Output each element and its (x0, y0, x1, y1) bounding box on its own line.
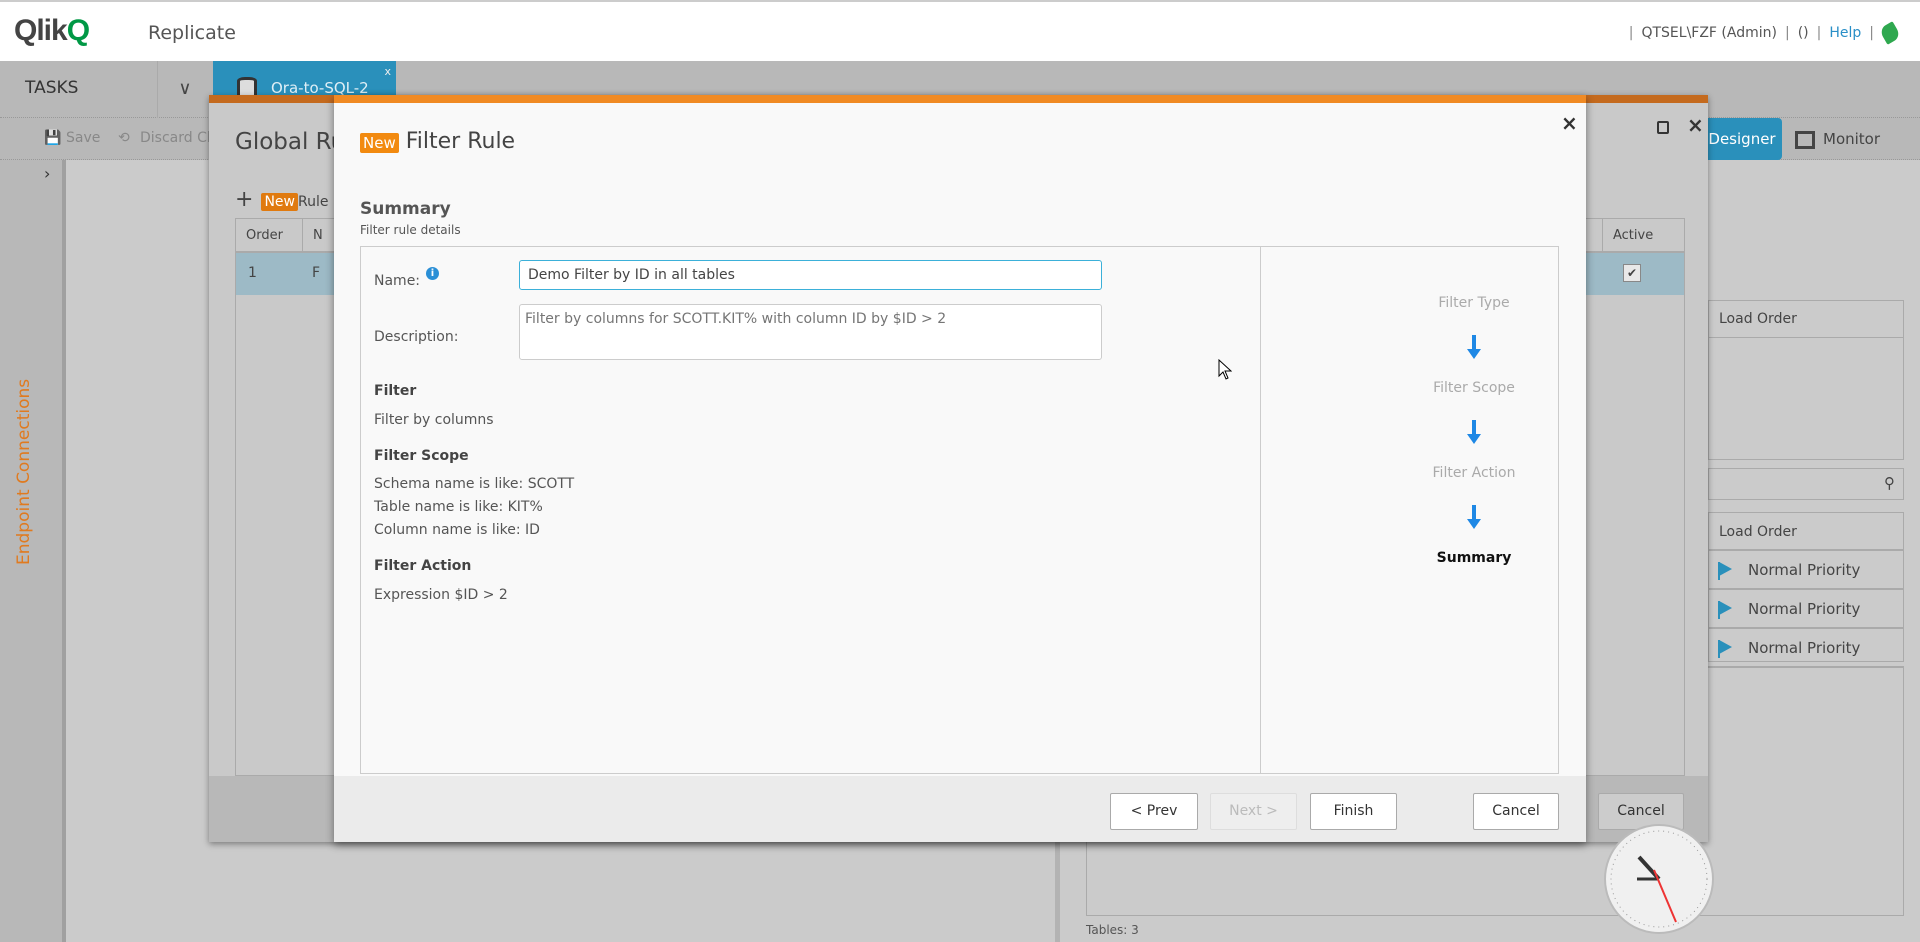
user-name[interactable]: QTSEL\FZF (Admin) (1641, 25, 1777, 41)
monitor-button[interactable]: Monitor (1795, 118, 1880, 160)
top-bar: QlikQ Replicate | QTSEL\FZF (Admin) |() |… (0, 0, 1920, 61)
endpoint-connections-tab[interactable]: Endpoint Connections (14, 379, 34, 565)
step-filter-action: Filter Action (1432, 465, 1516, 481)
arrow-down-icon (1467, 335, 1481, 359)
expand-chevron-icon[interactable]: › (44, 164, 50, 183)
next-button[interactable]: Next > (1210, 793, 1297, 830)
row-order: 1 (248, 265, 257, 281)
filter-value: Filter by columns (374, 412, 494, 428)
new-rule-button[interactable]: + New Rule (235, 187, 328, 212)
scope-table: Table name is like: KIT% (374, 499, 543, 515)
dialog-footer: < Prev Next > Finish Cancel (334, 776, 1586, 842)
step-filter-scope: Filter Scope (1433, 380, 1515, 396)
prev-button[interactable]: < Prev (1110, 793, 1198, 830)
flag-icon (1718, 561, 1732, 580)
close-icon[interactable]: × (1687, 113, 1704, 137)
mouse-cursor-icon (1218, 359, 1232, 380)
plus-icon: + (235, 187, 254, 212)
new-badge: New (360, 133, 399, 153)
monitor-icon (1795, 130, 1815, 149)
name-input[interactable] (519, 260, 1102, 290)
flag-icon (1718, 639, 1732, 658)
step-summary: Summary (1436, 550, 1512, 566)
connection-status-icon (1878, 21, 1902, 45)
scope-heading: Filter Scope (374, 448, 469, 464)
save-button[interactable]: Save (66, 130, 100, 146)
designer-button[interactable]: Designer (1702, 118, 1782, 160)
active-checkbox[interactable]: ✔ (1623, 264, 1641, 282)
arrow-down-icon (1467, 420, 1481, 444)
filter-rule-dialog: New Filter Rule × Summary Filter rule de… (334, 95, 1586, 842)
app-name: Replicate (148, 22, 236, 44)
name-label: Name: (374, 273, 421, 289)
search-icon[interactable]: ⚲ (1884, 474, 1895, 492)
panel-divider (1260, 247, 1261, 773)
column-active[interactable]: Active (1602, 219, 1653, 253)
step-filter-type: Filter Type (1438, 295, 1510, 311)
column-order[interactable]: Order (246, 228, 283, 243)
list-item[interactable]: Normal Priority (1708, 629, 1904, 668)
global-rules-title: Global Ru (235, 129, 346, 155)
filter-heading: Filter (374, 383, 417, 399)
clock-widget (1604, 824, 1714, 934)
notifications[interactable]: () (1798, 25, 1809, 41)
maximize-icon[interactable] (1657, 121, 1669, 134)
undo-icon: ⟲ (118, 130, 130, 146)
save-icon: 💾 (44, 130, 62, 146)
tasks-label[interactable]: TASKS (25, 78, 78, 98)
column-name[interactable]: N (302, 219, 323, 253)
user-bar: | QTSEL\FZF (Admin) |() | Help | (1629, 21, 1902, 45)
discard-button[interactable]: Discard Ch (140, 130, 216, 146)
tab-close-icon[interactable]: x (384, 65, 391, 78)
action-value: Expression $ID > 2 (374, 587, 508, 603)
load-order-header: Load Order (1709, 301, 1903, 338)
tables-count: Tables: 3 (1086, 923, 1139, 937)
section-title: Summary (360, 199, 451, 219)
description-input[interactable] (519, 304, 1102, 360)
help-link[interactable]: Help (1829, 25, 1861, 41)
description-label: Description: (374, 329, 459, 345)
dialog-title: New Filter Rule (360, 129, 515, 154)
close-icon[interactable]: × (1561, 111, 1578, 135)
cancel-button[interactable]: Cancel (1473, 793, 1559, 830)
qlik-logo: QlikQ (14, 14, 90, 47)
flag-icon (1718, 600, 1732, 619)
info-icon[interactable]: i (426, 267, 439, 280)
load-order-header-2: Load Order (1709, 513, 1903, 551)
finish-button[interactable]: Finish (1310, 793, 1397, 830)
scope-schema: Schema name is like: SCOTT (374, 476, 575, 492)
scope-column: Column name is like: ID (374, 522, 540, 538)
sidebar: › Endpoint Connections (0, 160, 66, 942)
arrow-down-icon (1467, 505, 1481, 529)
row-name: F (312, 265, 321, 281)
list-item[interactable]: Normal Priority (1708, 590, 1904, 629)
section-subtitle: Filter rule details (360, 223, 461, 237)
load-order-panel: Load Order (1708, 300, 1904, 460)
action-heading: Filter Action (374, 558, 472, 574)
chevron-down-icon[interactable]: ∨ (157, 61, 212, 118)
search-input[interactable]: ⚲ (1708, 468, 1904, 500)
list-item[interactable]: Normal Priority (1708, 551, 1904, 590)
